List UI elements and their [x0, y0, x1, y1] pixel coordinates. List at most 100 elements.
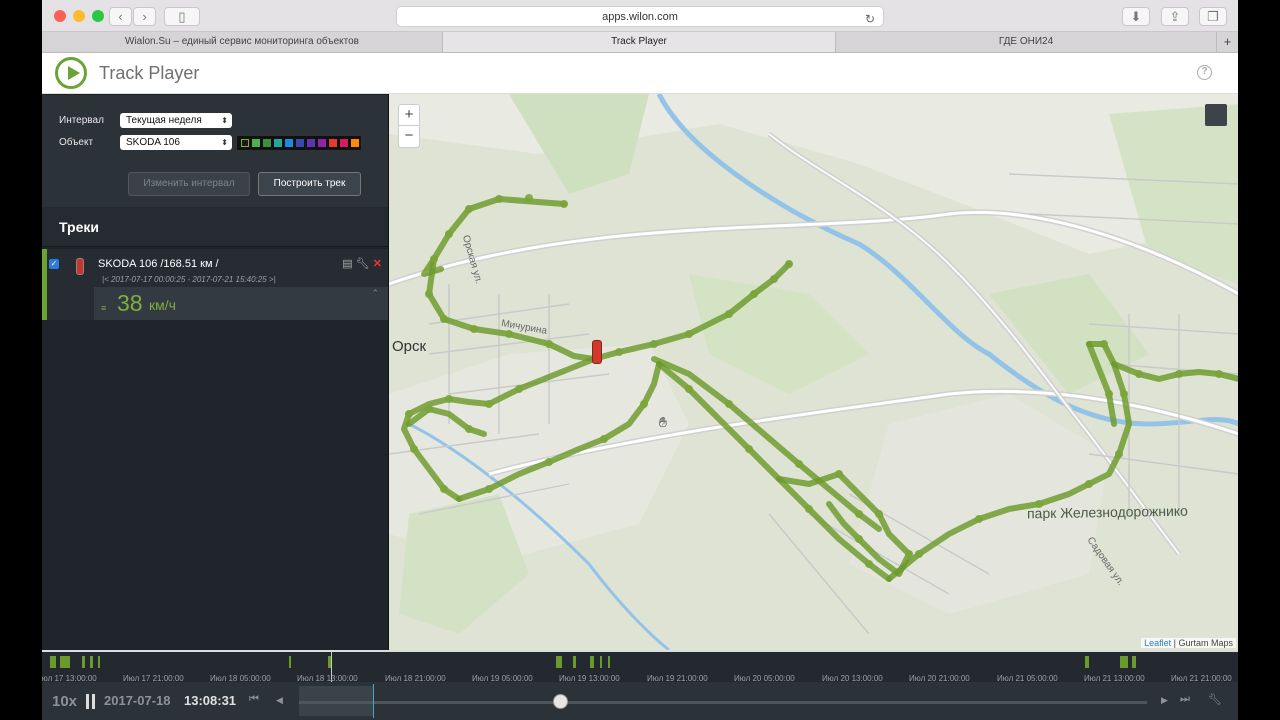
interval-value: Текущая неделя [126, 115, 202, 126]
track-item[interactable]: ✓ SKODA 106 /168.51 км / |< 2017-07-17 0… [42, 249, 388, 320]
playback-date: 2017-07-18 [104, 693, 171, 708]
sidebar-icon: ▯ [178, 9, 186, 24]
track-dates: |< 2017-07-17 00:00:25 - 2017-07-21 15:4… [102, 275, 276, 284]
step-forward-icon[interactable]: ▶ [1161, 695, 1168, 706]
pause-icon[interactable] [86, 694, 96, 709]
skip-start-icon[interactable]: |< [102, 275, 109, 284]
color-swatch[interactable] [296, 139, 304, 147]
download-icon: ⬇ [1130, 9, 1142, 24]
downloads-button[interactable]: ⬇ [1122, 7, 1150, 26]
object-label: Объект [59, 137, 94, 148]
color-swatch[interactable] [285, 139, 293, 147]
car-icon [76, 258, 84, 275]
tracks-title: Треки [59, 219, 99, 235]
chevron-left-icon: ‹ [118, 9, 123, 24]
playback-time: 13:08:31 [184, 693, 237, 708]
maximize-window-button[interactable] [92, 10, 104, 22]
sidebar-toggle-button[interactable]: ▯ [164, 7, 200, 26]
skip-back-icon[interactable]: ⏮︎ [249, 693, 259, 706]
hand-cursor-icon: ✋︎ [659, 414, 667, 430]
playback-knob[interactable] [553, 694, 569, 709]
attribution-text: | Gurtam Maps [1171, 638, 1233, 648]
skip-forward-icon[interactable]: ⏭︎ [1180, 693, 1190, 706]
track-actions: ▤ 🔧︎ ✕ [342, 257, 382, 270]
new-tab-button[interactable]: + [1217, 32, 1238, 52]
wrench-icon[interactable]: 🔧︎ [1208, 693, 1222, 706]
collapse-icon[interactable]: ⌃ [371, 288, 379, 299]
reload-icon[interactable]: ↻ [865, 9, 875, 29]
print-icon[interactable]: ▤ [342, 258, 352, 270]
back-button[interactable]: ‹ [109, 7, 132, 26]
address-bar[interactable]: apps.wilon.com ↻ [396, 6, 884, 27]
playback-needle [373, 684, 374, 718]
map-view[interactable]: Орск парк Железнодорожнико Мичурина Орск… [388, 94, 1238, 650]
zoom-out-button[interactable]: − [398, 126, 420, 148]
color-swatch[interactable] [274, 139, 282, 147]
color-swatch[interactable] [307, 139, 315, 147]
track-controls: Интервал Текущая неделя ⬍ Объект SKODA 1… [42, 95, 388, 207]
track-color-stripe [42, 249, 47, 320]
speed-display: ≡ 38 км/ч ⌃ [94, 287, 388, 320]
tab-track-player[interactable]: Track Player [443, 32, 836, 52]
color-swatch[interactable] [340, 139, 348, 147]
map-attribution: Leaflet | Gurtam Maps [1141, 638, 1236, 648]
tab-wialon[interactable]: Wialon.Su – единый сервис мониторинга об… [42, 32, 443, 52]
delete-icon[interactable]: ✕ [373, 258, 382, 270]
timeline[interactable]: Июл 17 13:00:00 Июл 17 21:00:00 Июл 18 0… [42, 650, 1238, 683]
wrench-icon[interactable]: 🔧︎ [356, 258, 370, 270]
minimize-window-button[interactable] [73, 10, 85, 22]
help-icon[interactable]: ? [1197, 65, 1212, 80]
app-title: Track Player [99, 63, 200, 83]
select-arrows-icon: ⬍ [221, 138, 228, 147]
browser-window: ‹ › ▯ apps.wilon.com ↻ ⬇ ⇪ ❐ Wialon.Su –… [42, 0, 1238, 720]
app-header: Track Player ? [42, 53, 1238, 94]
map-label-park: парк Железнодорожнико [1026, 502, 1189, 522]
tabs-icon: ❐ [1207, 9, 1219, 24]
map-label-city: Орск [392, 338, 427, 355]
menu-icon[interactable]: ≡ [101, 303, 106, 313]
interval-select[interactable]: Текущая неделя ⬍ [120, 113, 232, 128]
tracks-header: Треки [42, 207, 388, 247]
color-swatch[interactable] [351, 139, 359, 147]
zoom-in-button[interactable]: + [398, 104, 420, 126]
browser-tabbar: Wialon.Su – единый сервис мониторинга об… [42, 32, 1238, 53]
car-marker-icon[interactable] [592, 340, 602, 364]
chevron-right-icon: › [142, 9, 147, 24]
playback-bar: 10x 2017-07-18 13:08:31 ⏮︎ ◀ ▶ ⏭︎ 🔧︎ [42, 682, 1238, 720]
color-swatch[interactable] [318, 139, 326, 147]
plus-icon: + [1223, 34, 1232, 49]
object-value: SKODA 106 [126, 137, 180, 148]
leaflet-link[interactable]: Leaflet [1144, 638, 1171, 648]
color-picker [236, 135, 362, 151]
playback-slider[interactable] [299, 701, 1147, 704]
interval-label: Интервал [59, 115, 104, 126]
step-back-icon[interactable]: ◀ [276, 695, 283, 706]
play-logo-icon [55, 57, 87, 89]
speed-unit: км/ч [149, 297, 176, 313]
speed-value: 38 [117, 290, 143, 316]
browser-toolbar: ‹ › ▯ apps.wilon.com ↻ ⬇ ⇪ ❐ [42, 0, 1238, 32]
color-swatch[interactable] [263, 139, 271, 147]
track-dates-text: 2017-07-17 00:00:25 - 2017-07-21 15:40:2… [110, 275, 267, 284]
track-checkbox[interactable]: ✓ [49, 259, 59, 269]
forward-button[interactable]: › [133, 7, 156, 26]
activity-strip [42, 656, 1238, 668]
close-window-button[interactable] [54, 10, 66, 22]
tab-gde-oni24[interactable]: ГДЕ ОНИ24 [836, 32, 1217, 52]
layers-button[interactable] [1205, 104, 1227, 126]
color-swatch[interactable] [252, 139, 260, 147]
select-arrows-icon: ⬍ [221, 116, 228, 125]
skip-end-icon[interactable]: >| [269, 275, 276, 284]
object-select[interactable]: SKODA 106 ⬍ [120, 135, 232, 150]
share-icon: ⇪ [1169, 9, 1181, 24]
color-swatch[interactable] [329, 139, 337, 147]
color-swatch[interactable] [241, 139, 249, 147]
tabs-overview-button[interactable]: ❐ [1199, 7, 1227, 26]
share-button[interactable]: ⇪ [1161, 7, 1189, 26]
url-text: apps.wilon.com [602, 11, 678, 23]
build-track-button[interactable]: Построить трек [258, 172, 361, 196]
change-interval-button[interactable]: Изменить интервал [128, 172, 250, 196]
playback-speed[interactable]: 10x [52, 693, 77, 710]
left-panel: Интервал Текущая неделя ⬍ Объект SKODA 1… [42, 95, 388, 650]
track-name: SKODA 106 /168.51 км / [98, 258, 219, 270]
